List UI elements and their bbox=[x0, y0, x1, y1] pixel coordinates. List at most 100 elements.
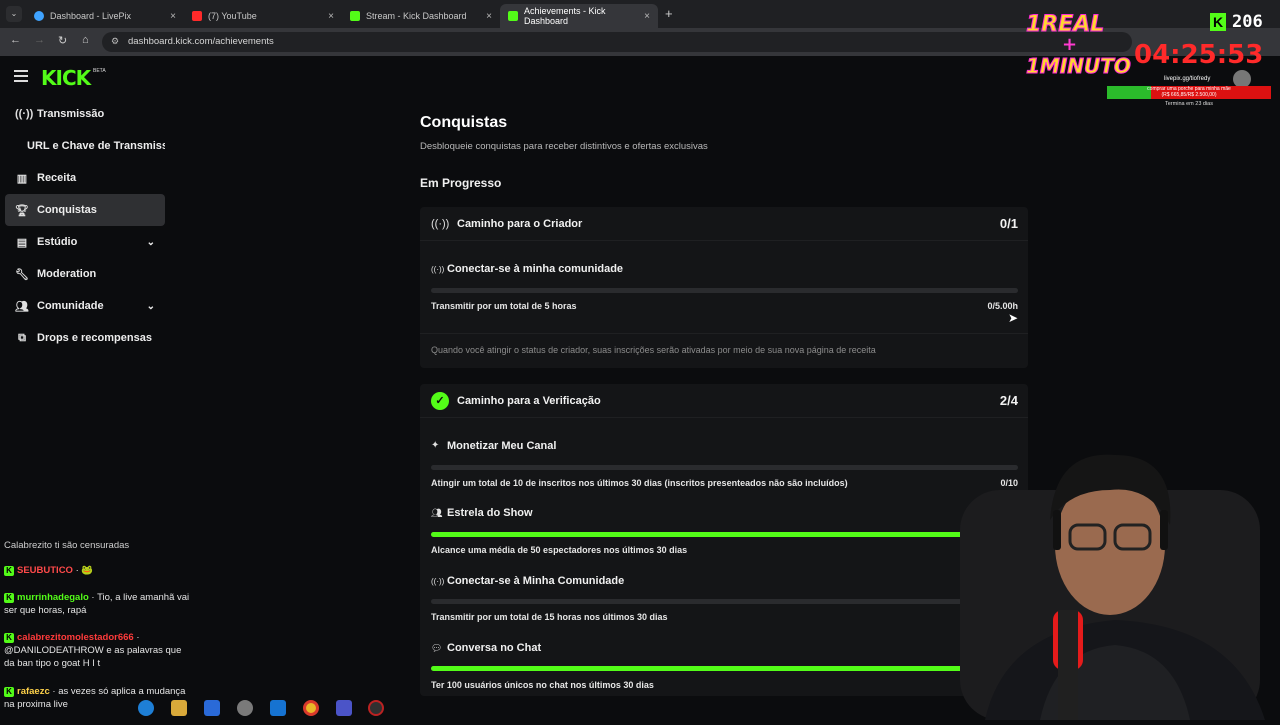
chat-text: Calabrezito ti são censuradas bbox=[4, 540, 130, 551]
task-progress-bar bbox=[431, 532, 1018, 537]
broadcast-icon: ((·)) bbox=[431, 218, 450, 230]
sidebar-item-conquistas[interactable]: 🏆︎ Conquistas bbox=[5, 194, 165, 226]
beta-badge: BETA bbox=[93, 68, 106, 74]
broadcast-icon: ((·)) bbox=[431, 265, 445, 274]
chevron-down-icon[interactable]: ⌄ bbox=[147, 237, 155, 248]
task-progress-bar bbox=[431, 666, 1018, 671]
task-description: Ter 100 usuários únicos no chat nos últi… bbox=[431, 680, 654, 690]
chat-username: calabrezitomolestador666 bbox=[17, 632, 134, 643]
address-bar[interactable]: ⚙ dashboard.kick.com/achievements bbox=[102, 32, 1132, 52]
task-progress-bar bbox=[431, 288, 1018, 293]
kick-logo[interactable]: KICK BETA bbox=[41, 66, 106, 90]
sidebar-item-label: Drops e recompensas bbox=[37, 332, 152, 344]
page-title: Conquistas bbox=[420, 114, 508, 131]
chat-bubble-icon: 💬︎ bbox=[431, 643, 443, 653]
app-icon[interactable] bbox=[237, 700, 253, 716]
livepix-favicon-icon bbox=[34, 11, 44, 21]
tab-achievements-kick[interactable]: Achievements - Kick Dashboard × bbox=[500, 4, 658, 28]
kick-favicon-icon bbox=[350, 11, 360, 21]
task-title: Conectar-se à minha comunidade bbox=[447, 263, 624, 275]
tab-label: Stream - Kick Dashboard bbox=[366, 11, 467, 21]
tab-label: (7) YouTube bbox=[208, 11, 257, 21]
card-title: Caminho para o Criador bbox=[457, 218, 583, 230]
users-icon: 👥︎ bbox=[431, 508, 443, 518]
chat-text: @DANILODEATHROW e as palavras que da ban… bbox=[4, 645, 182, 669]
kick-viewers-icon: K bbox=[1210, 13, 1226, 31]
sidebar-item-label: Moderation bbox=[37, 268, 97, 280]
kick-favicon-icon bbox=[508, 11, 518, 21]
forward-arrow-icon[interactable]: → bbox=[34, 34, 45, 46]
new-tab-button[interactable]: + bbox=[665, 6, 673, 21]
tab-livepix[interactable]: Dashboard - LivePix × bbox=[26, 4, 184, 28]
sidebar-item-url-chave[interactable]: URL e Chave de Transmissã bbox=[5, 130, 165, 162]
chat-message: Calabrezito ti são censuradas bbox=[4, 539, 194, 552]
sidebar-item-drops[interactable]: ⧉ Drops e recompensas bbox=[5, 322, 165, 354]
chat-text: 🐸 bbox=[81, 565, 94, 576]
chat-message: K SEUBUTICO · 🐸 bbox=[4, 564, 194, 577]
sidebar-item-receita[interactable]: ▥ Receita bbox=[5, 162, 165, 194]
livepix-url: livepix.gg/tiofredy bbox=[1164, 76, 1211, 82]
kick-badge-icon: K bbox=[4, 593, 14, 603]
task-title: Conversa no Chat bbox=[447, 642, 542, 654]
reload-icon[interactable]: ↻ bbox=[58, 34, 67, 47]
vivaldi-icon[interactable] bbox=[336, 700, 352, 716]
close-icon[interactable]: × bbox=[170, 11, 176, 22]
goal-text: comprar uma porche para minha mãe (R$ 66… bbox=[1107, 86, 1271, 98]
sidebar-item-label: Transmissão bbox=[37, 108, 105, 120]
webcam-overlay bbox=[945, 450, 1280, 720]
task-description: Alcance uma média de 50 espectadores nos… bbox=[431, 545, 688, 555]
trophy-icon: 🏆︎ bbox=[15, 204, 29, 217]
sidebar-item-label: URL e Chave de Transmissã bbox=[27, 140, 165, 152]
close-icon[interactable]: × bbox=[486, 11, 492, 22]
sidebar-item-transmissao[interactable]: ((·)) Transmissão bbox=[5, 98, 165, 130]
chart-icon: ▥ bbox=[16, 172, 28, 185]
broadcast-icon: ((·)) bbox=[15, 108, 34, 120]
store-icon[interactable] bbox=[204, 700, 220, 716]
layout-icon: ▤ bbox=[16, 236, 28, 249]
drops-icon: ⧉ bbox=[18, 331, 26, 344]
sidebar-item-label: Conquistas bbox=[37, 204, 97, 216]
mail-icon[interactable] bbox=[270, 700, 286, 716]
sidebar-item-estudio[interactable]: ▤ Estúdio ⌄ bbox=[5, 226, 165, 258]
wrench-icon: 🔧︎ bbox=[15, 268, 29, 281]
sidebar-item-label: Receita bbox=[37, 172, 77, 184]
promo-line-2: 1MINUTO bbox=[1026, 54, 1132, 79]
site-info-icon[interactable]: ⚙ bbox=[111, 36, 119, 47]
obs-icon[interactable] bbox=[368, 700, 384, 716]
tab-list-chevron-icon[interactable]: ⌄ bbox=[6, 6, 22, 22]
edge-icon[interactable] bbox=[138, 700, 154, 716]
chat-message: Kcalabrezitomolestador666 · @DANILODEATH… bbox=[4, 632, 182, 669]
home-icon[interactable]: ⌂ bbox=[82, 34, 89, 46]
tab-stream-kick[interactable]: Stream - Kick Dashboard × bbox=[342, 4, 500, 28]
task-description: Transmitir por um total de 5 horas bbox=[431, 301, 577, 311]
address-url: dashboard.kick.com/achievements bbox=[128, 36, 274, 47]
goal-amount: (R$ 665,85/R$ 2.500,00) bbox=[1161, 92, 1217, 98]
tab-youtube[interactable]: (7) YouTube × bbox=[184, 4, 342, 28]
page-subtitle: Desbloqueie conquistas para receber dist… bbox=[420, 141, 708, 152]
card-count: 0/1 bbox=[999, 216, 1018, 231]
task-progress-bar bbox=[431, 465, 1018, 470]
close-icon[interactable]: × bbox=[644, 11, 650, 22]
chrome-icon[interactable] bbox=[303, 700, 319, 716]
file-explorer-icon[interactable] bbox=[171, 700, 187, 716]
streamer-webcam-image bbox=[960, 454, 1265, 720]
chevron-down-icon[interactable]: ⌄ bbox=[147, 301, 155, 312]
close-icon[interactable]: × bbox=[328, 11, 334, 22]
youtube-favicon-icon bbox=[192, 11, 202, 21]
sidebar-item-label: Estúdio bbox=[37, 236, 78, 248]
kick-badge-icon: K bbox=[4, 566, 14, 576]
goal-end-date: Termina em 23 dias bbox=[1165, 101, 1213, 107]
viewer-count: 206 bbox=[1232, 12, 1263, 32]
sidebar-item-comunidade[interactable]: 👥︎ Comunidade ⌄ bbox=[5, 290, 165, 322]
mouse-cursor-icon: ➤ bbox=[1008, 311, 1019, 325]
task-progress-bar bbox=[431, 599, 1018, 604]
tab-label: Dashboard - LivePix bbox=[50, 11, 132, 21]
kick-logo-text: KICK bbox=[41, 66, 91, 90]
task-title: Monetizar Meu Canal bbox=[447, 440, 557, 452]
chat-username: murrinhadegalo bbox=[17, 592, 89, 603]
menu-hamburger-icon[interactable] bbox=[14, 70, 28, 82]
sidebar-item-moderation[interactable]: 🔧︎ Moderation bbox=[5, 258, 165, 290]
back-arrow-icon[interactable]: ← bbox=[10, 34, 21, 46]
section-heading: Em Progresso bbox=[420, 176, 502, 190]
promo-plus: + bbox=[1062, 34, 1078, 55]
